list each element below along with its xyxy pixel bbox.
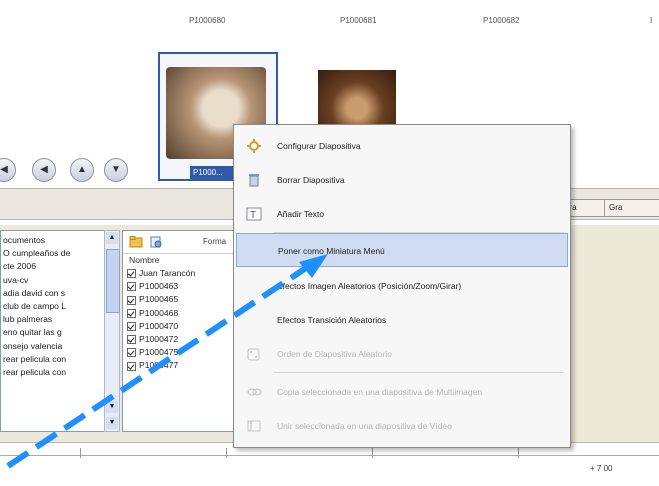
file-name: P1000472 xyxy=(139,333,179,344)
folder-item[interactable]: cte 2006 xyxy=(1,260,105,273)
slide-label: P1000680 xyxy=(189,16,226,25)
slide-label: P1000681 xyxy=(340,16,377,25)
timeline-tick xyxy=(518,448,519,458)
file-item[interactable]: Juan Tarancón xyxy=(123,267,241,280)
film-icon xyxy=(247,420,261,432)
timeline[interactable] xyxy=(0,442,659,483)
link-icon xyxy=(247,388,262,396)
menu-item-label: Efectos Imagen Aleatorios (Posición/Zoom… xyxy=(277,281,462,291)
nav-button[interactable]: ◀ xyxy=(32,158,56,182)
file-name: P1000468 xyxy=(139,307,179,318)
folder-icon[interactable] xyxy=(129,235,143,249)
trash-icon xyxy=(249,174,259,187)
scroll-down-icon[interactable]: ▼ xyxy=(106,417,118,429)
text-icon: T xyxy=(246,207,262,221)
folder-item[interactable]: lub palmeras xyxy=(1,313,105,326)
menu-item-configure-slide[interactable]: Configurar Diapositiva xyxy=(234,129,570,163)
folder-scrollbar[interactable]: ▲ ▼ ▼ xyxy=(104,230,120,432)
folder-item[interactable]: uva-cv xyxy=(1,274,105,287)
file-item[interactable]: P1000472 xyxy=(123,333,241,346)
checkbox[interactable] xyxy=(127,308,136,318)
format-label: Forma xyxy=(203,237,227,246)
file-item[interactable]: P1000477 xyxy=(123,359,241,372)
timeline-tick xyxy=(80,448,81,458)
context-menu: Configurar Diapositiva Borrar Diapositiv… xyxy=(233,124,571,448)
file-name: P1000463 xyxy=(139,281,179,292)
slide-label: P1000682 xyxy=(483,16,520,25)
menu-item-random-image-effects[interactable]: Efectos Imagen Aleatorios (Posición/Zoom… xyxy=(234,269,570,303)
file-toolbar: Forma xyxy=(123,231,241,254)
slide-label-cut: I xyxy=(650,16,653,25)
nav-button[interactable]: ▼ xyxy=(104,158,128,182)
checkbox[interactable] xyxy=(127,282,136,292)
file-panel: Forma Nombre Juan Tarancón P1000463 P100… xyxy=(122,230,242,432)
file-name: P1000465 xyxy=(139,294,179,305)
checkbox[interactable] xyxy=(127,361,136,371)
timeline-tick xyxy=(372,448,373,458)
menu-separator xyxy=(274,372,564,373)
scroll-up-icon[interactable]: ▲ xyxy=(106,232,118,244)
svg-text:T: T xyxy=(250,210,256,221)
folder-item[interactable]: ocumentos xyxy=(1,234,105,247)
file-item[interactable]: P1000475 xyxy=(123,346,241,359)
file-item[interactable]: P1000463 xyxy=(123,280,241,293)
folder-tree[interactable]: ocumentos O cumpleaños de cte 2006 uva-c… xyxy=(0,230,106,432)
menu-item-label: Efectos Transición Aleatorios xyxy=(277,315,387,325)
column-header[interactable]: Nombre xyxy=(123,254,241,267)
folder-item[interactable]: club de campo L xyxy=(1,300,105,313)
nav-button[interactable]: ▲ xyxy=(70,158,94,182)
slide-navigation: ◀ ◀ ▲ ▼ xyxy=(0,158,140,186)
timeline-ruler xyxy=(0,455,659,456)
menu-item-label: Unir seleccionada en una diapositiva de … xyxy=(277,421,452,431)
menu-item-label: Copia seleccionada en una diapositiva de… xyxy=(277,387,483,397)
checkbox[interactable] xyxy=(127,348,136,358)
folder-item[interactable]: adia david con s xyxy=(1,287,105,300)
menu-item-copy-to-multiimage[interactable]: Copia seleccionada en una diapositiva de… xyxy=(234,375,570,409)
file-name: P1000477 xyxy=(139,360,179,371)
menu-item-join-video[interactable]: Unir seleccionada en una diapositiva de … xyxy=(234,409,570,443)
menu-item-random-transitions[interactable]: Efectos Transición Aleatorios xyxy=(234,303,570,337)
scrollbar-thumb[interactable] xyxy=(106,249,120,313)
folder-item[interactable]: O cumpleaños de xyxy=(1,247,105,260)
file-name: Juan Tarancón xyxy=(139,268,196,278)
nav-button[interactable]: ◀ xyxy=(0,158,16,182)
file-item[interactable]: P1000465 xyxy=(123,293,241,306)
menu-item-label: Añadir Texto xyxy=(277,209,325,219)
refresh-icon[interactable] xyxy=(149,235,163,249)
column-header[interactable]: Gra xyxy=(604,199,659,217)
folder-item[interactable]: rear pelicula con xyxy=(1,353,105,366)
folder-item[interactable]: rear pelicula con xyxy=(1,366,105,379)
checkbox[interactable] xyxy=(127,321,136,331)
checkbox[interactable] xyxy=(127,269,136,279)
file-item[interactable]: P1000470 xyxy=(123,320,241,333)
scroll-down-icon[interactable]: ▼ xyxy=(106,401,118,413)
menu-item-label: Borrar Diapositiva xyxy=(277,175,345,185)
gear-icon xyxy=(247,139,261,153)
checkbox[interactable] xyxy=(127,335,136,345)
dice-icon xyxy=(247,348,260,361)
time-label: + 7 00 xyxy=(590,464,613,473)
menu-item-delete-slide[interactable]: Borrar Diapositiva xyxy=(234,163,570,197)
menu-item-label: Poner como Miniatura Menú xyxy=(278,246,385,256)
menu-item-random-order[interactable]: Orden de Diapositiva Aleatorio xyxy=(234,337,570,371)
checkbox[interactable] xyxy=(127,295,136,305)
file-name: P1000470 xyxy=(139,320,179,331)
folder-item[interactable]: eno quitar las g xyxy=(1,326,105,339)
file-item[interactable]: P1000468 xyxy=(123,307,241,320)
menu-item-label: Configurar Diapositiva xyxy=(277,141,361,151)
menu-item-label: Orden de Diapositiva Aleatorio xyxy=(277,349,392,359)
menu-item-add-text[interactable]: T Añadir Texto xyxy=(234,197,570,231)
timeline-tick xyxy=(226,448,227,458)
file-name: P1000475 xyxy=(139,347,179,358)
folder-item[interactable]: onsejo valencia xyxy=(1,340,105,353)
menu-item-set-menu-thumbnail[interactable]: Poner como Miniatura Menú xyxy=(236,233,568,267)
